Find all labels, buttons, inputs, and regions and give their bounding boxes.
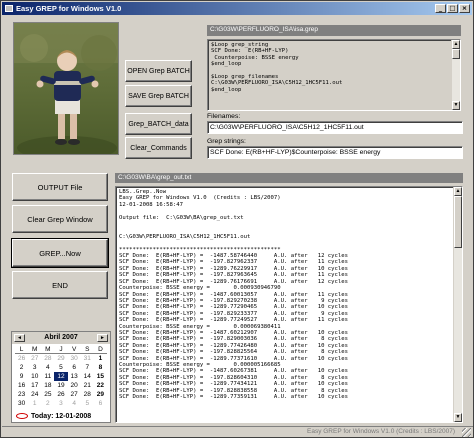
- calendar-day[interactable]: 27: [28, 354, 41, 363]
- batch-content-memo[interactable]: $Loop grep_string SCF Done: E(RB+HF-LYP)…: [207, 39, 461, 111]
- calendar-day[interactable]: 6: [94, 399, 107, 408]
- calendar-day[interactable]: 28: [81, 390, 94, 399]
- main-window: Easy GREP for Windows V1.0 _ □ × OPEN Gr…: [0, 0, 474, 438]
- calendar-day[interactable]: 1: [28, 399, 41, 408]
- weekday-header: S: [80, 345, 94, 354]
- maximize-button[interactable]: □: [447, 4, 458, 13]
- weekday-header: M: [28, 345, 42, 354]
- end-button[interactable]: END: [12, 271, 108, 299]
- calendar-day[interactable]: 13: [68, 372, 81, 381]
- calendar-day[interactable]: 26: [15, 354, 28, 363]
- calendar-day[interactable]: 3: [28, 363, 41, 372]
- open-batch-button[interactable]: OPEN Grep BATCH: [125, 60, 192, 82]
- calendar-day[interactable]: 26: [54, 390, 67, 399]
- close-button[interactable]: ×: [459, 4, 470, 13]
- calendar-day[interactable]: 3: [54, 399, 67, 408]
- scroll-down-arrow-icon[interactable]: ▼: [454, 413, 462, 422]
- scroll-thumb[interactable]: [452, 49, 460, 59]
- grep-strings-field[interactable]: SCF Done: E(RB+HF-LYP)$Counterpoise: BSS…: [207, 146, 463, 159]
- scroll-thumb[interactable]: [454, 196, 462, 248]
- calendar-day[interactable]: 24: [28, 390, 41, 399]
- calendar-day[interactable]: 4: [41, 363, 54, 372]
- batch-data-button[interactable]: Grep_BATCH_data: [125, 113, 192, 135]
- prev-month-icon[interactable]: ◄: [14, 334, 25, 342]
- scroll-down-arrow-icon[interactable]: ▼: [452, 101, 460, 110]
- minimize-button[interactable]: _: [435, 4, 446, 13]
- child-photo: [13, 22, 119, 155]
- calendar-day[interactable]: 2: [15, 363, 28, 372]
- grep-strings-label: Grep strings:: [207, 138, 246, 145]
- calendar-day[interactable]: 19: [54, 381, 67, 390]
- resize-grip-icon[interactable]: [462, 428, 471, 437]
- calendar-day[interactable]: 6: [68, 363, 81, 372]
- app-icon: [5, 5, 13, 12]
- output-path-bar: C:\G03W\BA\grep_out.txt: [115, 173, 463, 183]
- weekday-header: L: [15, 345, 29, 354]
- status-bar: Easy GREP for Windows V1.0 (Credits : LB…: [2, 426, 473, 438]
- save-batch-button[interactable]: SAVE Grep BATCH: [125, 85, 192, 107]
- output-file-button[interactable]: OUTPUT File: [12, 173, 108, 201]
- weekday-header: J: [54, 345, 68, 354]
- calendar-day[interactable]: 31: [81, 354, 94, 363]
- calendar-header: ◄ Abril 2007 ►: [12, 332, 110, 344]
- title-bar[interactable]: Easy GREP for Windows V1.0 _ □ ×: [2, 2, 472, 15]
- window-title: Easy GREP for Windows V1.0: [16, 4, 122, 13]
- calendar-day[interactable]: 7: [81, 363, 94, 372]
- next-month-icon[interactable]: ►: [97, 334, 108, 342]
- today-circle-icon: [16, 413, 28, 420]
- scroll-up-arrow-icon[interactable]: ▲: [452, 40, 460, 49]
- weekday-header: V: [67, 345, 81, 354]
- output-scrollbar[interactable]: ▲ ▼: [453, 187, 462, 422]
- batch-path-bar: C:\G03W\PERFLUORO_ISA\isa.grep: [207, 25, 461, 36]
- calendar-day[interactable]: 27: [68, 390, 81, 399]
- calendar-day[interactable]: 9: [15, 372, 28, 381]
- calendar-day[interactable]: 14: [81, 372, 94, 381]
- calendar-day[interactable]: 11: [41, 372, 54, 381]
- calendar-day[interactable]: 1: [94, 354, 107, 363]
- calendar-day[interactable]: 28: [41, 354, 54, 363]
- calendar-day[interactable]: 29: [94, 390, 107, 399]
- filenames-label: Filenames:: [207, 113, 241, 120]
- calendar[interactable]: ◄ Abril 2007 ► L M M J V S D 26 27 28 29…: [11, 331, 111, 423]
- today-label: Today: 12-01-2008: [31, 413, 92, 420]
- calendar-grid: L M M J V S D 26 27 28 29 30 31 1 2 3 4 …: [12, 344, 110, 408]
- calendar-day[interactable]: 17: [28, 381, 41, 390]
- clear-commands-button[interactable]: Clear_Commands: [125, 137, 192, 159]
- calendar-day[interactable]: 18: [41, 381, 54, 390]
- calendar-day[interactable]: 25: [41, 390, 54, 399]
- calendar-day[interactable]: 16: [15, 381, 28, 390]
- today-link[interactable]: Today: 12-01-2008: [16, 413, 91, 420]
- calendar-day[interactable]: 15: [94, 372, 107, 381]
- filenames-field[interactable]: C:\G03W\PERFLUORO_ISA\C5H12_1HC5F11.out: [207, 121, 463, 134]
- calendar-day[interactable]: 4: [68, 399, 81, 408]
- status-text: Easy GREP for Windows V1.0 (Credits : LB…: [307, 428, 455, 435]
- calendar-day[interactable]: 20: [68, 381, 81, 390]
- calendar-day[interactable]: 2: [41, 399, 54, 408]
- calendar-day[interactable]: 10: [28, 372, 41, 381]
- calendar-day[interactable]: 29: [54, 354, 67, 363]
- batch-scrollbar[interactable]: ▲ ▼: [451, 40, 460, 110]
- calendar-day[interactable]: 23: [15, 390, 28, 399]
- calendar-day[interactable]: 8: [94, 363, 107, 372]
- weekday-header: M: [41, 345, 55, 354]
- calendar-day[interactable]: 22: [94, 381, 107, 390]
- calendar-day[interactable]: 5: [81, 399, 94, 408]
- calendar-day[interactable]: 5: [54, 363, 67, 372]
- scroll-up-arrow-icon[interactable]: ▲: [454, 187, 462, 196]
- calendar-month-label: Abril 2007: [44, 334, 78, 341]
- output-memo[interactable]: LBS..Grep..Now Easy GREP for Windows V1.…: [115, 186, 463, 423]
- calendar-day[interactable]: 30: [15, 399, 28, 408]
- calendar-day[interactable]: 21: [81, 381, 94, 390]
- clear-grep-window-button[interactable]: Clear Grep Window: [12, 205, 108, 233]
- weekday-header: D: [93, 345, 107, 354]
- calendar-day[interactable]: 30: [68, 354, 81, 363]
- grep-now-button[interactable]: GREP...Now: [11, 238, 109, 268]
- calendar-day-selected[interactable]: 12: [54, 372, 68, 381]
